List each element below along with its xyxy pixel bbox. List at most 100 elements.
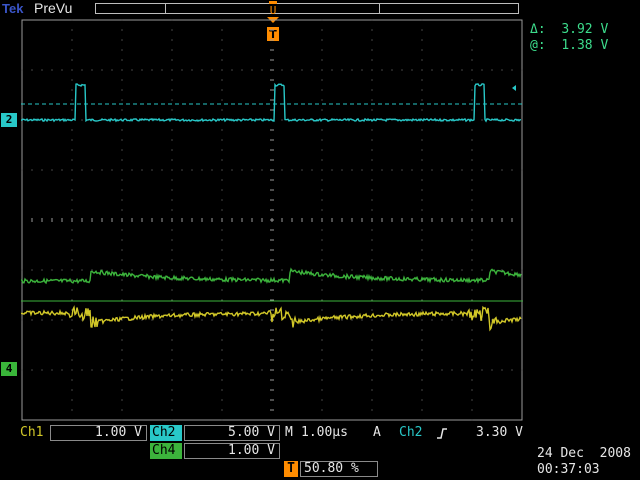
graticule-dot [171,189,173,191]
graticule-dot [331,69,333,71]
graticule-dot [221,199,223,201]
graticule-dot [111,69,113,71]
graticule-dot [371,199,373,201]
graticule-dot [71,39,73,41]
ch4-label[interactable]: Ch4 [150,443,182,459]
graticule-dot [71,109,73,111]
graticule-dot [371,249,373,251]
graticule-dot [401,169,403,171]
graticule-dot [471,69,473,71]
at-value: 1.38 V [561,38,609,53]
graticule-dot [321,39,323,41]
graticule-dot [371,419,373,421]
graticule-dot [341,169,343,171]
graticule-dot [381,369,383,371]
graticule-dot [321,99,323,101]
graticule-dot [421,179,423,181]
graticule-dot [431,269,433,271]
graticule-dot [171,29,173,31]
graticule-dot [371,179,373,181]
graticule-dot [461,69,463,71]
graticule-dot [221,189,223,191]
graticule-dot [71,249,73,251]
graticule-dot [281,69,283,71]
graticule-dot [261,269,263,271]
graticule-dot [371,49,373,51]
ch4-ground-marker[interactable]: 4 [1,362,17,376]
graticule-dot [401,269,403,271]
graticule-dot [321,169,323,171]
graticule-dot [121,149,123,151]
graticule-dot [221,109,223,111]
graticule-dot [161,269,163,271]
graticule-dot [71,19,73,21]
ch2-label[interactable]: Ch2 [150,425,182,441]
graticule-dot [421,109,423,111]
graticule-dot [491,169,493,171]
graticule-dot [361,169,363,171]
ch2-ground-marker[interactable]: 2 [1,113,17,127]
trigger-level[interactable]: 3.30 V [474,425,525,441]
graticule-dot [471,19,473,21]
graticule-dot [521,169,523,171]
graticule-dot [471,189,473,191]
graticule-dot [461,369,463,371]
graticule-dot [201,169,203,171]
ch2-waveform [21,82,522,123]
graticule-dot [211,369,213,371]
graticule-dot [71,59,73,61]
graticule-dot [481,269,483,271]
graticule-dot [421,149,423,151]
graticule-dot [121,39,123,41]
readout-row-1: Ch1 1.00 V Ch2 5.00 V M 1.00µs A Ch2 3.3… [0,425,640,442]
graticule-dot [311,269,313,271]
rising-edge-icon [437,428,447,439]
graticule-dot [221,259,223,261]
graticule-dot [311,369,313,371]
graticule-dot [451,319,453,321]
graticule-dot [121,19,123,21]
graticule-dot [361,69,363,71]
graticule-dot [281,269,283,271]
cursor-arrow-icon[interactable] [512,85,516,91]
graticule-dot [421,189,423,191]
graticule-dot [121,189,123,191]
graticule-dot [321,49,323,51]
graticule-dot [321,29,323,31]
graticule-dot [151,169,153,171]
graticule-dot [71,329,73,331]
graticule-dot [331,369,333,371]
graticule-dot [471,79,473,81]
graticule-dot [171,359,173,361]
ch1-label[interactable]: Ch1 [18,425,45,441]
graticule-dot [521,69,523,71]
ch2-scale-value[interactable]: 5.00 V [184,425,280,441]
trigger-position-label: T [284,461,298,477]
graticule-dot [411,69,413,71]
graticule-dot [471,209,473,211]
trigger-source[interactable]: Ch2 [397,425,424,441]
graticule-dot [221,179,223,181]
graticule-dot [421,249,423,251]
graticule-dot [501,69,503,71]
ch1-scale-value[interactable]: 1.00 V [50,425,147,441]
graticule-dot [171,319,173,321]
trigger-position-value[interactable]: 50.80 % [300,461,378,477]
graticule-dot [441,369,443,371]
graticule-dot [71,69,73,71]
graticule-dot [371,319,373,321]
horizontal-label: M [285,425,293,440]
graticule-dot [221,379,223,381]
graticule-dot [421,159,423,161]
horizontal-scale[interactable]: 1.00µs [299,425,350,441]
graticule-dot [171,19,173,21]
graticule-dot [171,299,173,301]
ch4-scale-value[interactable]: 1.00 V [184,443,280,459]
graticule-dot [121,179,123,181]
graticule-dot [501,169,503,171]
graticule-dot [71,29,73,31]
graticule-dot [231,369,233,371]
graticule-dot [371,69,373,71]
graticule-dot [121,79,123,81]
graticule-dot [301,169,303,171]
